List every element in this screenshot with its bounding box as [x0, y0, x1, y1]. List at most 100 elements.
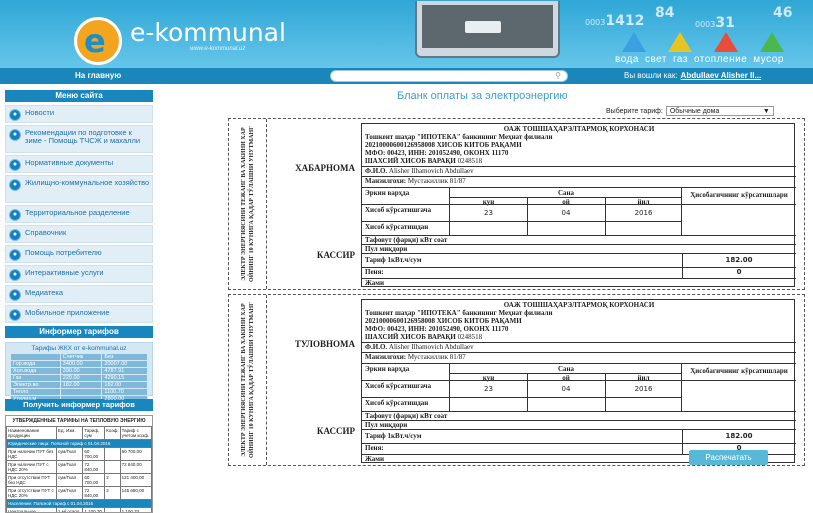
- sidebar-item-label: Медиатека: [25, 289, 150, 297]
- sidebar-item-label: Нормативные документы: [25, 159, 150, 167]
- phone-icon: ●: [9, 309, 21, 321]
- address-row: Манзилгохи: Мустакиллик 81/87: [362, 352, 796, 362]
- tariff-cell: 72 840,00: [83, 487, 105, 500]
- tariff-cell: [105, 508, 120, 513]
- tariff-group-row: Население: Поясной тариф с 01.04.2016: [7, 500, 152, 508]
- sidebar-item-10[interactable]: ● Мобильное приложение: [5, 305, 153, 323]
- electricity-icon: [668, 32, 692, 52]
- payment-receipt: ЭЛЕКТР ЭНЕРГИЯСИНИ ТЕЖАНГ ВА ХАКИНИ ХАР …: [228, 294, 805, 466]
- tariff-value: 182.00: [682, 430, 796, 443]
- tariff-cell: сум/Гкал: [56, 448, 83, 461]
- informer-row: Газ220.004290.15: [11, 375, 148, 382]
- chevron-down-icon: ▼: [763, 107, 770, 116]
- tariff-cell: 1 м² отапл. площ.: [56, 508, 83, 513]
- get-informer-button[interactable]: Получить информер тарифов: [5, 399, 153, 411]
- tariff-row: При отсутствии ПУТ без НДСсум/Гкал60 700…: [7, 474, 152, 487]
- informer-cell: 4787.91: [102, 368, 148, 375]
- gas-icon: [714, 32, 738, 52]
- news-icon: ●: [9, 109, 21, 121]
- tariff-selector: Выберите тариф:Обычные дома▼: [606, 106, 774, 116]
- sidebar-item-7[interactable]: ●Помощь потребителю: [5, 245, 153, 263]
- tariff-row: При отсутствии ПУТ с НДС 20%сум/Гкал72 8…: [7, 487, 152, 500]
- tariff-header: Наименование продукции: [7, 427, 57, 440]
- sidebar-item-1[interactable]: ● Новости: [5, 105, 153, 123]
- tariff-cell: При отсутствии ПУТ с НДС 20%: [7, 487, 57, 500]
- payment-form: ОАЖ ТОШШАҲАРЭЛТАРМОҚ КОРХОНАСИТошкент ша…: [361, 123, 795, 287]
- tariff-row: При наличии ПУТ без НДСсум/Гкал60 700,00…: [7, 448, 152, 461]
- informer-row: Электр.во182.00182.00: [11, 382, 148, 389]
- informer-cell: Газ: [11, 375, 61, 382]
- sidebar-item-label: Рекомендации по подготовке к зиме - Помо…: [25, 129, 150, 145]
- sidebar-item-label: Интерактивные услуги: [25, 269, 150, 277]
- document-icon: ●: [9, 159, 21, 171]
- tariff-cell: При отсутствии ПУТ без НДС: [7, 474, 57, 487]
- tariff-cell: При наличии ПУТ с НДС 20%: [7, 461, 57, 474]
- tariff-cell: 72 840,00: [120, 461, 151, 474]
- total-row: Жами: [362, 278, 796, 288]
- payment-notice: ЭЛЕКТР ЭНЕРГИЯСИНИ ТЕЖАНГ ВА ХАКИНИ ХАР …: [228, 118, 805, 290]
- address-row: Манзилгохи: Мустакиллик 81/87: [362, 176, 796, 186]
- tariff-cell: сум/Гкал: [56, 461, 83, 474]
- sidebar-item-9[interactable]: ● Медиатека: [5, 285, 153, 303]
- tariff-value: 182.00: [682, 254, 796, 267]
- site-header: e e-kommunal www.e-kommunal.uz 00031412 …: [0, 0, 813, 68]
- tariff-select[interactable]: Обычные дома▼: [666, 106, 774, 116]
- informer-table: СчетчикБезГор.вода3400.0020007.00Хол.вод…: [10, 353, 148, 403]
- search-input[interactable]: ⚲: [330, 70, 568, 82]
- tariff-cell: 121 400,00: [120, 474, 151, 487]
- page-title: Бланк оплаты за электроэнергию: [397, 90, 568, 102]
- tariff-cell: 1 100,70: [83, 508, 105, 513]
- readings-grid: Эркин варҳдаХисоб кўрсатишгачаХисоб кўрс…: [362, 363, 796, 411]
- sidebar-item-label: Мобильное приложение: [25, 309, 150, 317]
- tariff-cell: 72 840,00: [83, 461, 105, 474]
- print-button[interactable]: Распечатать: [689, 450, 768, 465]
- tariff-cell: [105, 448, 120, 461]
- informer-cell: Гор.вода: [11, 361, 61, 368]
- logo-text[interactable]: e-kommunal: [130, 18, 286, 47]
- tariff-row: Центральное отопление1 м² отапл. площ.1 …: [7, 508, 152, 513]
- tariff-cell: 60 700,00: [83, 448, 105, 461]
- informer-cell: Тепло: [11, 389, 61, 396]
- sidebar-item-6[interactable]: ●Справочник: [5, 225, 153, 243]
- sidebar-item-label: Жилищно-коммунальное хозяйство: [25, 179, 150, 187]
- vertical-note: ЭЛЕКТР ЭНЕРГИЯСИНИ ТЕЖАНГ ВА ХАКИНИ ХАР …: [229, 119, 267, 289]
- menu-title: Меню сайта: [5, 90, 153, 102]
- logo-icon[interactable]: e: [74, 17, 122, 65]
- user-link[interactable]: Abdullaev Alisher Il...: [681, 71, 762, 80]
- tariff-cell: [105, 461, 120, 474]
- sidebar-item-label: Справочник: [25, 229, 150, 237]
- search-icon[interactable]: ⚲: [555, 71, 561, 80]
- cashier-label: КАССИР: [269, 426, 355, 436]
- logo-subtitle: www.e-kommunal.uz: [190, 46, 245, 52]
- informer-cell: 182.00: [60, 382, 102, 389]
- penalty-row: Пеня:0: [362, 267, 796, 278]
- sidebar-item-4[interactable]: ●Жилищно-коммунальное хозяйство: [5, 175, 153, 203]
- sidebar-item-8[interactable]: ●Интерактивные услуги: [5, 265, 153, 283]
- informer-cell: Хол.вода: [11, 368, 61, 375]
- fio-row: Ф.И.О. Alisher Ilhamovich Abdullaev: [362, 166, 796, 176]
- tariff-row: Тариф 1кВт.ч/сум182.00: [362, 429, 796, 443]
- sidebar-item-2[interactable]: ●Рекомендации по подготовке к зиме - Пом…: [5, 125, 153, 153]
- sidebar-item-3[interactable]: ● Нормативные документы: [5, 155, 153, 173]
- tariff-cell: Юридические лица: Поясной тариф с 01.04.…: [7, 440, 152, 448]
- sidebar-item-5[interactable]: ●Территориальное разделение: [5, 205, 153, 223]
- home-link[interactable]: На главную: [75, 71, 121, 80]
- sidebar-item-label: Территориальное разделение: [25, 209, 150, 217]
- informer-row: Тепло1100.70: [11, 389, 148, 396]
- vertical-note: ЭЛЕКТР ЭНЕРГИЯСИНИ ТЕЖАНГ ВА ХАКИНИ ХАР …: [229, 295, 267, 465]
- sidebar-item-label: Новости: [25, 109, 150, 117]
- tariff-informer: Тарифы ЖКХ от e-kommunal.uz СчетчикБезГо…: [5, 342, 153, 396]
- tariff-header: Ед. Изм.: [56, 427, 83, 440]
- top-nav: На главную ⚲ Вы вошли как:Abdullaev Alis…: [0, 68, 813, 84]
- informer-cell: 4290.15: [102, 375, 148, 382]
- cashier-label: КАССИР: [269, 250, 355, 260]
- tariff-cell: 2: [105, 474, 120, 487]
- main-content: Бланк оплаты за электроэнергию Выберите …: [160, 84, 813, 495]
- readings-grid: Эркин варҳдаХисоб кўрсатишгачаХисоб кўрс…: [362, 187, 796, 235]
- media-icon: ●: [9, 289, 21, 301]
- tariff-cell: 60 700,00: [83, 474, 105, 487]
- informer-header: [11, 354, 61, 361]
- fio-row: Ф.И.О. Alisher Ilhamovich Abdullaev: [362, 342, 796, 352]
- water-icon: [622, 32, 646, 52]
- login-info: Вы вошли как:Abdullaev Alisher Il...: [624, 71, 761, 80]
